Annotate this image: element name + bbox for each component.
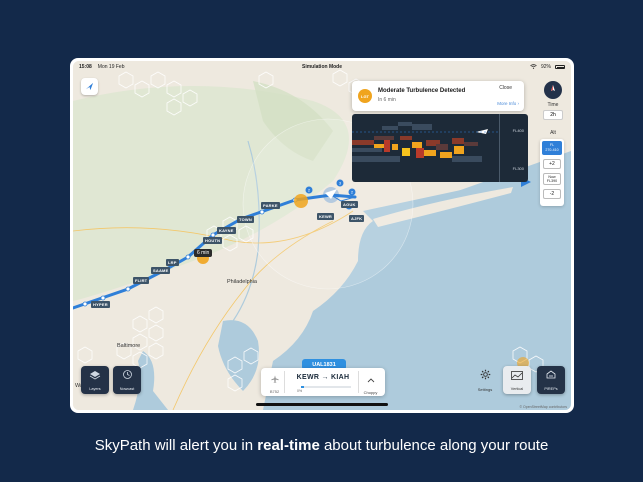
nowcast-button[interactable]: Nowcast [113,366,141,394]
north-up-button[interactable] [544,81,562,99]
marketing-caption: SkyPath will alert you in real-time abou… [0,437,643,454]
waypoint-label[interactable]: PARKE [261,202,280,209]
airport-label[interactable]: AJFK [349,215,365,222]
layers-icon [89,367,101,385]
caption-text-before: SkyPath will alert you in [94,437,258,454]
tablet-frame: 2 3 2 2 15:08 Mon 19 Feb Simulation Mode… [70,58,574,413]
caption-text-bold: real-time [257,437,320,454]
caption-text-after: about turbulence along your route [319,437,549,454]
turbulence-alert: LGT Moderate Turbulence Detected In 6 mi… [352,81,524,111]
altitude-selected-line-2: 270-410 [545,147,559,152]
nowcast-label: Nowcast [119,387,135,391]
waypoint-label[interactable]: KAYNE [217,227,236,234]
ride-quality[interactable]: Choppy [358,370,382,395]
status-bar: 15:08 Mon 19 Feb Simulation Mode 92% [73,61,571,73]
ride-quality-label: Choppy [363,389,378,395]
alert-subtitle: In 6 min [378,97,396,103]
vertical-button[interactable]: Vertical [503,366,531,394]
waypoint-label[interactable]: AGUK [341,201,358,208]
flight-progress-fill [301,386,304,388]
profile-fl300-label: FL300 [512,166,524,171]
app-screen: 2 3 2 2 15:08 Mon 19 Feb Simulation Mode… [73,61,571,410]
time-selector[interactable]: 2h [543,110,563,120]
plane-icon [85,78,94,96]
eta-badge: 6 min [194,249,213,257]
home-indicator[interactable] [256,403,388,406]
altitude-selected-range[interactable]: FL 270-410 [542,141,562,155]
compass-icon [548,81,558,99]
altitude-minus-button[interactable]: -2 [543,189,561,199]
waypoint-label[interactable]: LRP [166,259,179,266]
time-label: Time [547,102,559,108]
city-label: Baltimore [117,343,141,349]
nowcast-icon [122,367,133,385]
pireps-label: PIREPs [544,387,558,391]
aircraft-type: B752 [265,370,285,394]
settings-label: Settings [477,387,493,392]
waypoint-label[interactable]: TOWN [237,216,254,223]
layers-label: Layers [89,387,101,391]
city-label: Philadelphia [227,279,257,285]
gear-icon [480,367,491,385]
recenter-button[interactable] [81,78,98,95]
turbulence-severity-badge: LGT [358,89,372,103]
pireps-button[interactable]: PIREPs [537,366,565,394]
waypoint-label[interactable]: HYPER [91,301,110,308]
battery-icon [555,65,565,69]
vertical-label: Vertical [510,387,524,391]
flight-progress-label: 0% [297,389,303,393]
airport-label[interactable]: KEWR [317,213,335,220]
profile-fl400-label: FL400 [512,128,524,133]
flight-progress-bar [301,386,351,388]
settings-button[interactable]: Settings [473,366,497,392]
altitude-label: Alt [550,130,556,136]
alert-close-button[interactable]: Close [499,85,512,91]
vertical-profile-panel[interactable]: FL400 FL300 [352,114,528,182]
altitude-current-line-2: FL390 [546,179,558,183]
layers-button[interactable]: Layers [81,366,109,394]
turbulence-profile-heatmap [352,122,500,162]
status-date: Mon 19 Feb [97,64,125,70]
alert-title: Moderate Turbulence Detected [378,88,466,94]
waypoint-label[interactable]: FLIRT [133,277,150,284]
altitude-current[interactable]: Now FL390 [543,173,561,185]
simulation-mode-label: Simulation Mode [302,64,342,70]
chevron-up-icon [367,370,375,388]
waypoint-label[interactable]: SAAME [151,267,171,274]
flight-card[interactable]: B752 KEWR → KIAH 0% Choppy [261,368,385,396]
altitude-selector: FL 270-410 +2 Now FL390 -2 [540,139,564,206]
map-attribution[interactable]: © OpenStreetMap contributors [519,405,567,409]
profile-divider [499,114,500,182]
airplane-icon [270,370,279,388]
battery-percentage: 92% [540,64,551,70]
vertical-profile-icon [511,367,523,385]
waypoint-label[interactable]: HOUTN [203,237,223,244]
wifi-icon [530,63,537,71]
altitude-plus-button[interactable]: +2 [543,159,561,169]
status-time: 15:08 [79,64,92,70]
flight-route: KEWR → KIAH [296,374,350,381]
more-info-link[interactable]: More Info › [497,101,519,106]
pireps-icon [545,367,557,385]
aircraft-type-label: B752 [269,389,280,394]
